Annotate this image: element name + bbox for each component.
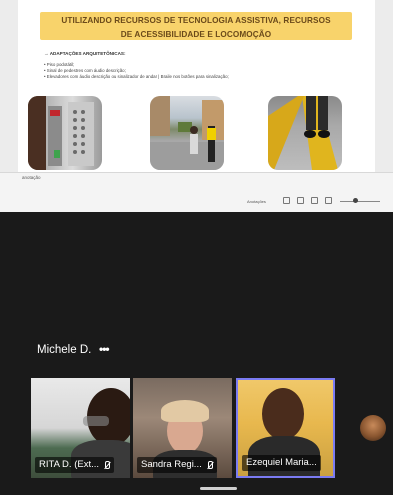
elevator-photo bbox=[28, 96, 102, 170]
presentation-slide: UTILIZANDO RECURSOS DE TECNOLOGIA ASSIST… bbox=[18, 0, 375, 172]
participant-avatar-thumbnail[interactable] bbox=[360, 415, 386, 441]
slide-bullet: Elevadores com áudio descrição ou sinali… bbox=[44, 74, 229, 80]
tactile-floor-photo bbox=[268, 96, 342, 170]
participant-name: Sandra Regi... bbox=[141, 459, 202, 470]
active-speaker-name: Michele D. bbox=[37, 344, 92, 356]
normal-view-icon[interactable] bbox=[283, 197, 290, 204]
slide-sorter-icon[interactable] bbox=[297, 197, 304, 204]
home-indicator[interactable] bbox=[200, 487, 237, 490]
slide-title-line-1: UTILIZANDO RECURSOS DE TECNOLOGIA ASSIST… bbox=[61, 16, 331, 25]
crosswalk-photo bbox=[150, 96, 224, 170]
slideshow-icon[interactable] bbox=[325, 197, 332, 204]
zoom-slider-handle[interactable] bbox=[353, 198, 358, 203]
zoom-slider[interactable] bbox=[340, 201, 380, 202]
shared-screen: UTILIZANDO RECURSOS DE TECNOLOGIA ASSIST… bbox=[0, 0, 393, 212]
participant-tile-sandra[interactable]: Sandra Regi... bbox=[133, 378, 232, 478]
slide-bullet-list: Piso podotátil; Sinal de pedestres com á… bbox=[44, 62, 229, 80]
participant-tile-rita[interactable]: RITA D. (Ext... bbox=[31, 378, 130, 478]
participant-name: Ezequiel Maria... bbox=[246, 457, 317, 468]
slide-title-banner: UTILIZANDO RECURSOS DE TECNOLOGIA ASSIST… bbox=[40, 12, 352, 40]
participant-tile-ezequiel[interactable]: Ezequiel Maria... bbox=[236, 378, 335, 478]
participant-name: RITA D. (Ext... bbox=[39, 459, 99, 470]
mic-muted-icon bbox=[103, 460, 110, 470]
participant-name-tag: Sandra Regi... bbox=[137, 457, 217, 473]
notes-button[interactable]: Anotações bbox=[247, 199, 266, 204]
share-toolbar: anotação Anotações bbox=[0, 172, 393, 212]
participant-name-tag: Ezequiel Maria... bbox=[242, 455, 321, 471]
mic-muted-icon bbox=[206, 460, 213, 470]
reading-view-icon[interactable] bbox=[311, 197, 318, 204]
more-options-button[interactable]: ••• bbox=[99, 342, 110, 356]
glasses-shape bbox=[83, 416, 109, 426]
slide-title-line-2: DE ACESSIBILIDADE E LOCOMOÇÃO bbox=[120, 30, 272, 39]
participant-name-tag: RITA D. (Ext... bbox=[35, 457, 114, 473]
annotation-caption: anotação bbox=[22, 175, 41, 180]
participant-head bbox=[262, 388, 304, 440]
slide-subheading: → ADAPTAÇÕES ARQUITETÔNICAS: bbox=[44, 51, 126, 56]
participant-hair bbox=[161, 400, 209, 422]
